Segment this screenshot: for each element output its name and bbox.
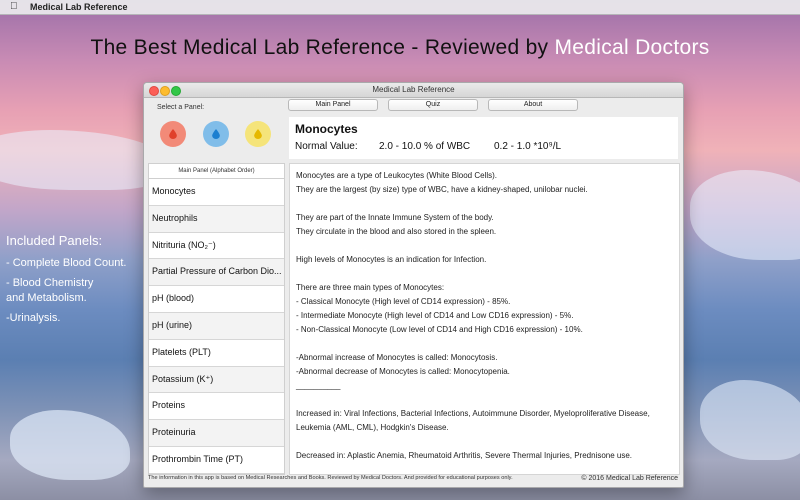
list-item[interactable]: pH (blood) bbox=[149, 286, 284, 313]
list-item[interactable]: Proteins bbox=[149, 393, 284, 421]
background-ice bbox=[690, 170, 800, 260]
detail-header: Monocytes Normal Value: 2.0 - 10.0 % of … bbox=[289, 117, 678, 159]
blue-panel-button[interactable] bbox=[203, 121, 229, 147]
included-panel-item: - Complete Blood Count. bbox=[6, 257, 127, 269]
red-panel-button[interactable] bbox=[160, 121, 186, 147]
disclaimer-text: The information in this app is based on … bbox=[148, 475, 513, 481]
footer: The information in this app is based on … bbox=[148, 475, 678, 485]
app-window: Medical Lab Reference Select a Panel: Ma… bbox=[143, 82, 684, 488]
list-item[interactable]: Potassium (K⁺) bbox=[149, 366, 284, 394]
list-item[interactable]: Platelets (PLT) bbox=[149, 340, 284, 367]
list-item[interactable]: pH (urine) bbox=[149, 312, 284, 340]
list-item[interactable]: Nitrituria (NO₂⁻) bbox=[149, 233, 284, 260]
included-panel-item: - Blood Chemistry and Metabolism. bbox=[6, 277, 94, 304]
minimize-window-button[interactable] bbox=[160, 86, 170, 96]
detail-title: Monocytes bbox=[295, 122, 358, 136]
hero-title-plain: The Best Medical Lab Reference - Reviewe… bbox=[90, 36, 549, 59]
quiz-button[interactable]: Quiz bbox=[388, 99, 478, 111]
background-ice bbox=[700, 380, 800, 460]
normal-value-label: Normal Value: bbox=[295, 141, 358, 152]
detail-content[interactable]: Monocytes are a type of Leukocytes (Whit… bbox=[289, 163, 680, 475]
app-menu[interactable]: Medical Lab Reference bbox=[30, 0, 128, 14]
yellow-panel-button[interactable] bbox=[245, 121, 271, 147]
included-panel-item: -Urinalysis. bbox=[6, 312, 61, 324]
test-list-header: Main Panel (Alphabet Order) bbox=[149, 164, 284, 179]
included-panels-heading: Included Panels: bbox=[6, 233, 103, 248]
list-item[interactable]: Proteinuria bbox=[149, 420, 284, 447]
main-panel-button[interactable]: Main Panel bbox=[288, 99, 378, 111]
list-item[interactable]: Monocytes bbox=[149, 179, 284, 206]
zoom-window-button[interactable] bbox=[171, 86, 181, 96]
window-titlebar[interactable]: Medical Lab Reference bbox=[144, 83, 683, 98]
normal-value-absolute: 0.2 - 1.0 *10⁹/L bbox=[494, 141, 562, 152]
drop-icon bbox=[212, 129, 220, 139]
list-item[interactable]: Neutrophils bbox=[149, 205, 284, 233]
select-panel-label: Select a Panel: bbox=[157, 104, 205, 111]
copyright-text: © 2016 Medical Lab Reference bbox=[581, 475, 678, 482]
close-window-button[interactable] bbox=[149, 86, 159, 96]
menu-bar:  Medical Lab Reference bbox=[0, 0, 800, 15]
hero-title-accent: Medical Doctors bbox=[554, 36, 710, 59]
list-item[interactable]: Prothrombin Time (PT) bbox=[149, 447, 284, 474]
drop-icon bbox=[254, 129, 262, 139]
drop-icon bbox=[169, 129, 177, 139]
apple-icon[interactable]:  bbox=[10, 0, 18, 14]
included-panels-info: Included Panels: - Complete Blood Count.… bbox=[6, 233, 126, 331]
detail-body-text: Monocytes are a type of Leukocytes (Whit… bbox=[296, 171, 650, 460]
window-title: Medical Lab Reference bbox=[372, 85, 455, 94]
hero-title: The Best Medical Lab Reference - Reviewe… bbox=[0, 36, 800, 60]
about-button[interactable]: About bbox=[488, 99, 578, 111]
test-list[interactable]: Main Panel (Alphabet Order) Monocytes Ne… bbox=[148, 163, 285, 475]
normal-value-percent: 2.0 - 10.0 % of WBC bbox=[379, 141, 471, 152]
list-item[interactable]: Partial Pressure of Carbon Dio... bbox=[149, 259, 284, 287]
background-ice bbox=[10, 410, 130, 480]
